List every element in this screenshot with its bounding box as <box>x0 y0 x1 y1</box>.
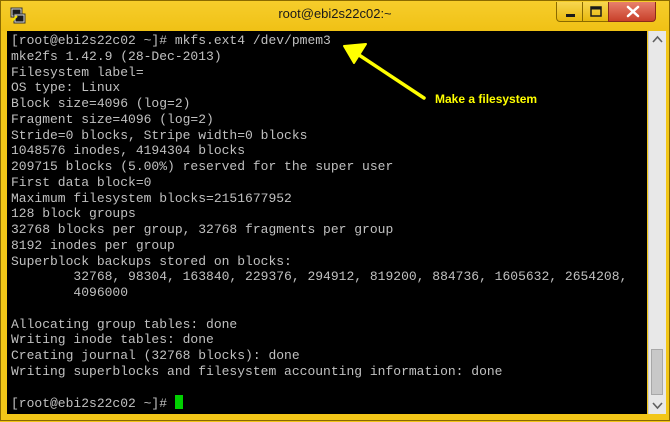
maximize-icon <box>590 6 602 17</box>
minimize-icon <box>566 14 575 17</box>
chevron-down-icon <box>652 402 663 410</box>
terminal-line: Block size=4096 (log=2) <box>11 96 191 111</box>
terminal-line: 128 block groups <box>11 206 136 222</box>
putty-window: root@ebi2s22c02:~ [root@ebi2s22c02 ~]# m… <box>0 0 670 421</box>
terminal-line: [root@ebi2s22c02 ~]# mkfs.ext4 /dev/pmem… <box>11 33 331 48</box>
terminal-line: 32768 blocks per group, 32768 fragments … <box>11 222 394 237</box>
chevron-up-icon <box>652 35 663 43</box>
terminal-line: 4096000 <box>11 285 129 300</box>
scroll-down-button[interactable] <box>649 397 666 414</box>
scroll-up-button[interactable] <box>649 31 666 48</box>
terminal-line: mke2fs 1.42.9 (28-Dec-2013) <box>11 48 222 64</box>
terminal-line: Superblock backups stored on blocks: <box>11 253 292 269</box>
terminal-line: OS type: Linux <box>11 80 121 96</box>
terminal-line: 1048576 inodes, 4194304 blocks <box>11 143 246 159</box>
terminal-line: Maximum filesystem blocks=2151677952 <box>11 190 292 206</box>
terminal-line: Allocating group tables: done <box>11 316 238 332</box>
terminal-line: 209715 blocks (5.00%) reserved for the s… <box>11 159 394 174</box>
terminal-line: Writing superblocks and filesystem accou… <box>11 363 503 379</box>
terminal-line: 32768, 98304, 163840, 229376, 294912, 81… <box>11 269 628 285</box>
command-prompt: [root@ebi2s22c02 ~]# <box>11 396 175 412</box>
minimize-button[interactable] <box>556 2 583 22</box>
terminal-line: Fragment size=4096 (log=2) <box>11 111 214 127</box>
title-bar[interactable]: root@ebi2s22c02:~ <box>1 1 669 31</box>
terminal-line: Filesystem label= <box>11 64 144 80</box>
scroll-thumb[interactable] <box>651 349 663 395</box>
annotation-label: Make a filesystem <box>435 92 538 106</box>
terminal-cursor[interactable] <box>174 395 183 410</box>
terminal-line: Writing inode tables: done <box>11 332 214 348</box>
terminal-area[interactable]: [root@ebi2s22c02 ~]# mkfs.ext4 /dev/pmem… <box>7 31 647 414</box>
terminal-output: [root@ebi2s22c02 ~]# mkfs.ext4 /dev/pmem… <box>11 33 627 412</box>
terminal-line: First data block=0 <box>11 174 152 190</box>
terminal-line: Stride=0 blocks, Stripe width=0 blocks <box>11 127 308 143</box>
close-icon <box>626 5 640 18</box>
close-button[interactable] <box>608 2 656 22</box>
terminal-line: 8192 inodes per group <box>11 237 175 253</box>
vertical-scrollbar[interactable] <box>648 31 666 414</box>
terminal-line: Creating journal (32768 blocks): done <box>11 348 300 363</box>
maximize-button[interactable] <box>582 2 609 22</box>
